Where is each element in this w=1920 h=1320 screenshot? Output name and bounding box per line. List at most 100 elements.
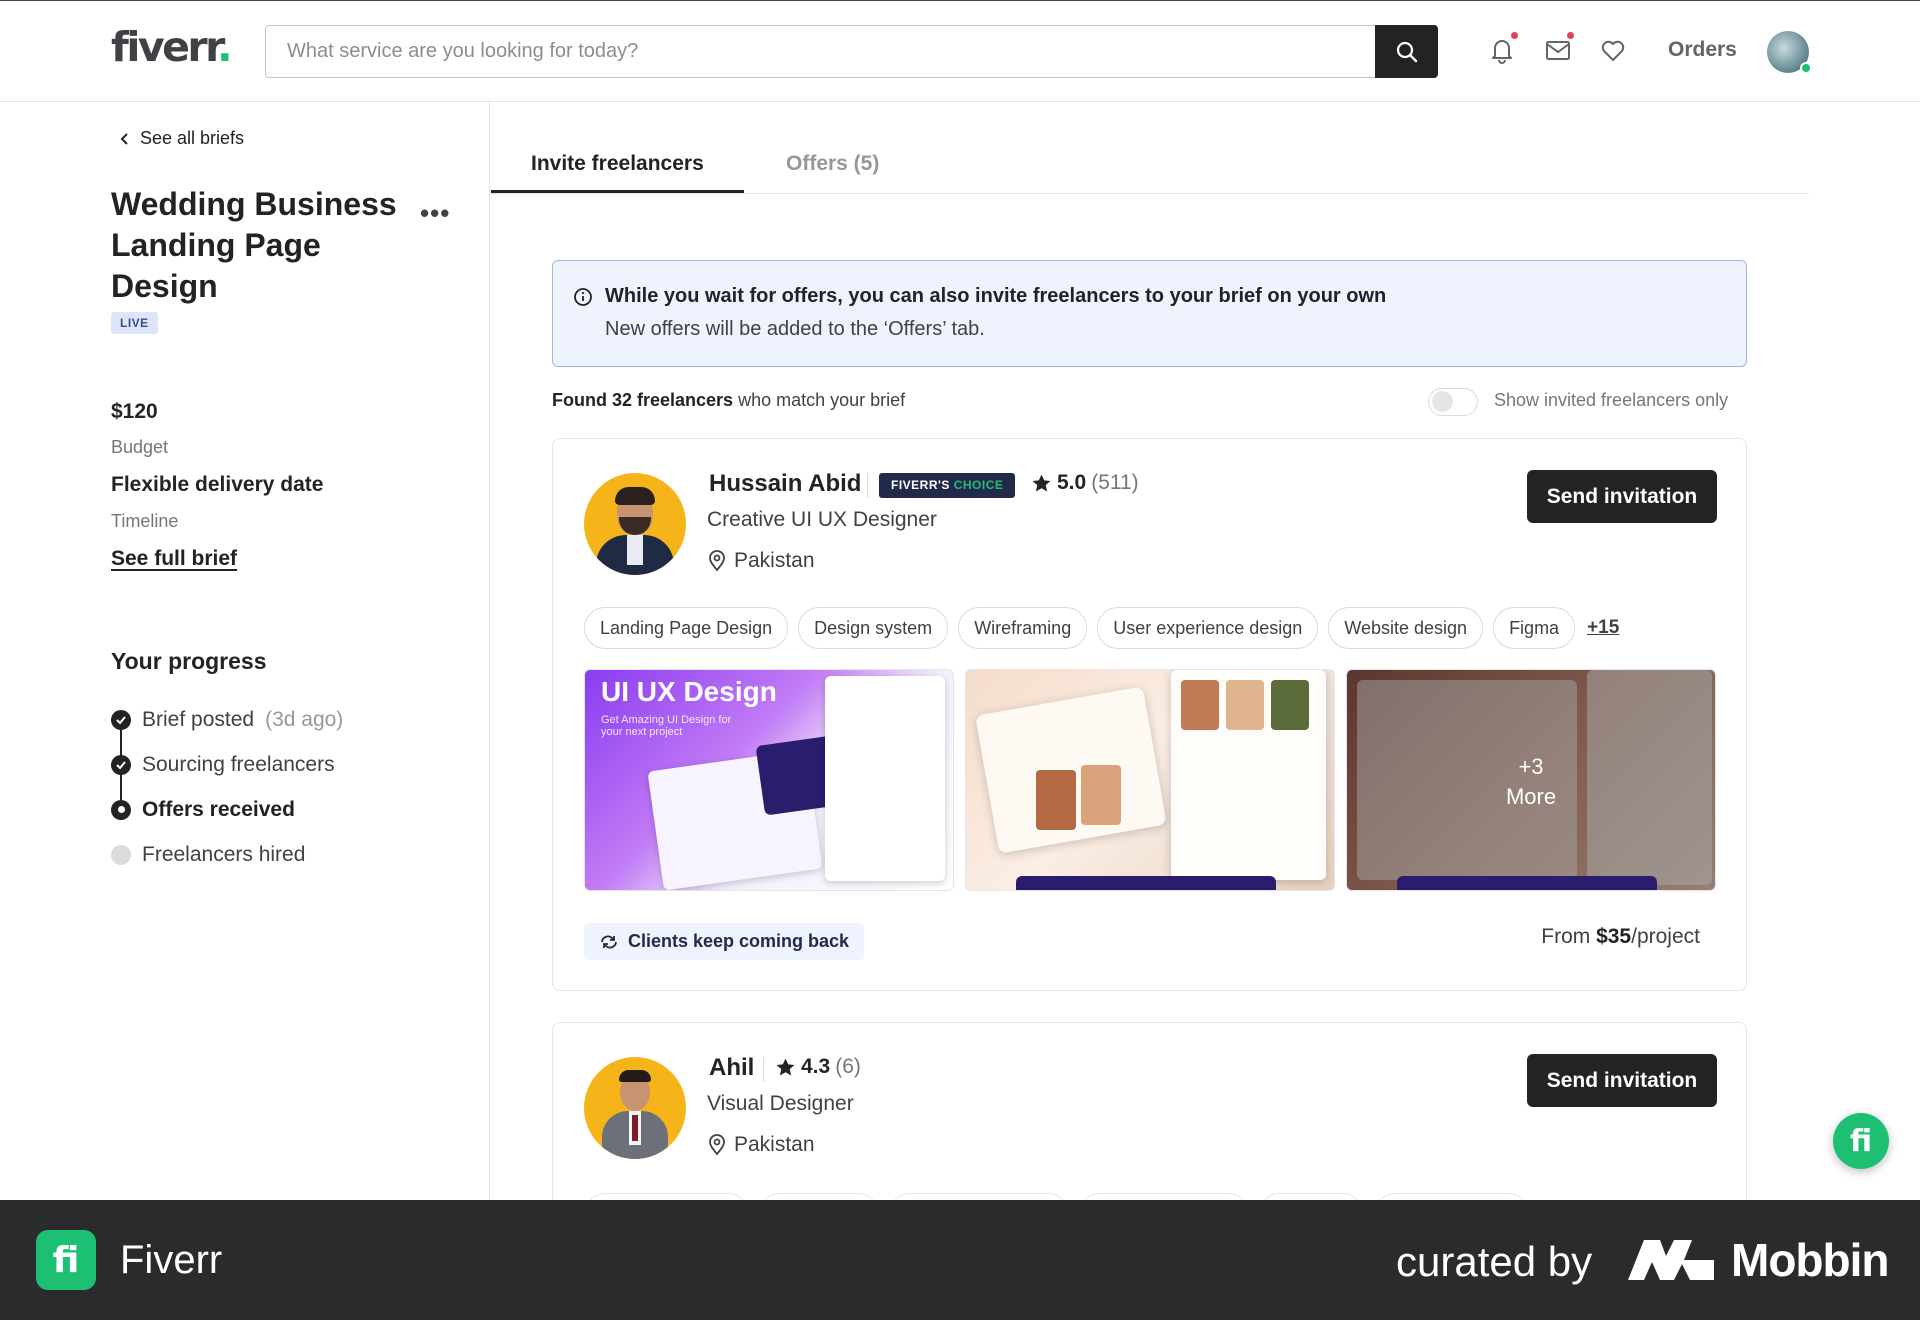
info-icon: [574, 288, 592, 306]
step-connector: [120, 772, 122, 802]
freelancer-avatar[interactable]: [584, 473, 686, 575]
user-avatar[interactable]: [1767, 31, 1812, 74]
location-pin-icon: [709, 1134, 725, 1156]
portfolio-thumbnail[interactable]: UI UX Design Get Amazing UI Design for y…: [584, 669, 954, 891]
tab-offers[interactable]: Offers (5): [786, 152, 879, 176]
highlight-text: Clients keep coming back: [628, 931, 850, 951]
badge-text-part1: FIVERR'S: [891, 478, 950, 492]
info-subtext: New offers will be added to the ‘Offers’…: [605, 318, 985, 340]
chevron-left-icon: [120, 132, 128, 145]
step-label: Offers received: [142, 797, 295, 821]
freelancer-card: Ahil 4.3 (6) Visual Designer Pakistan Sen…: [552, 1022, 1747, 1235]
current-step-icon: [111, 799, 131, 820]
review-count: (6): [835, 1055, 861, 1078]
skill-tag[interactable]: Wireframing: [958, 607, 1088, 649]
mobbin-brand: Mobbin: [1731, 1234, 1889, 1286]
skill-tags: Landing Page Design Design system Wirefr…: [584, 607, 1619, 649]
more-count: +3: [1518, 754, 1544, 779]
progress-step-current: Offers received: [111, 787, 343, 832]
invited-only-label: Show invited freelancers only: [1494, 390, 1729, 410]
see-full-brief-link[interactable]: See full brief: [111, 547, 237, 571]
rating: 5.0 (511): [1031, 471, 1139, 495]
freelancer-location: Pakistan: [708, 549, 815, 573]
tab-invite-freelancers[interactable]: Invite freelancers: [491, 152, 744, 193]
check-icon: [111, 754, 131, 775]
brief-title: Wedding Business Landing Page Design: [111, 186, 397, 304]
see-all-briefs-link[interactable]: See all briefs: [120, 128, 244, 149]
send-invitation-button[interactable]: Send invitation: [1527, 1054, 1717, 1107]
skill-tag[interactable]: Design system: [798, 607, 949, 649]
repeat-icon: [601, 935, 617, 948]
freelancer-role: Visual Designer: [707, 1092, 854, 1115]
portfolio-thumbnail[interactable]: [965, 669, 1335, 891]
portfolio-gallery: UI UX Design Get Amazing UI Design for y…: [584, 669, 1716, 891]
app-name: Fiverr: [120, 1238, 223, 1282]
orders-link[interactable]: Orders: [1668, 38, 1737, 62]
brief-sidebar: See all briefs Wedding Business Landing …: [0, 102, 490, 1200]
pending-step-icon: [111, 844, 131, 865]
notification-dot: [1511, 32, 1518, 39]
results-count-rest: who match your brief: [733, 390, 906, 410]
bell-icon: [1492, 40, 1512, 64]
info-headline: While you wait for offers, you can also …: [605, 285, 1387, 307]
location-text: Pakistan: [734, 1133, 815, 1156]
star-icon: [776, 1058, 795, 1075]
skill-tag[interactable]: Landing Page Design: [584, 607, 789, 649]
mail-icon: [1546, 41, 1570, 60]
fiverr-logo[interactable]: fiverr.: [111, 23, 233, 71]
mobbin-logo-icon: [1628, 1240, 1714, 1280]
budget-label: Budget: [111, 437, 169, 457]
portfolio-more-thumbnail[interactable]: +3 More: [1346, 669, 1716, 891]
step-label: Sourcing freelancers: [142, 752, 335, 776]
timeline-label: Timeline: [111, 511, 179, 531]
skill-tag[interactable]: Figma: [1493, 607, 1576, 649]
more-options-icon[interactable]: •••: [420, 198, 450, 229]
search-button[interactable]: [1375, 25, 1438, 78]
step-label: Brief posted: [142, 707, 255, 731]
progress-steps: Brief posted (3d ago) Sourcing freelancer…: [111, 697, 343, 877]
curated-by-text: curated by: [1396, 1238, 1593, 1285]
search-input[interactable]: [266, 26, 1375, 77]
rating: 4.3 (6): [775, 1055, 861, 1079]
step-note: (3d ago): [265, 707, 344, 731]
top-navbar: fiverr. Orders: [0, 1, 1920, 102]
progress-step: Sourcing freelancers: [111, 742, 343, 802]
timeline-value: Flexible delivery date: [111, 473, 324, 496]
brief-tabs: Invite freelancers Offers (5): [491, 148, 1809, 194]
invited-only-toggle[interactable]: [1428, 388, 1478, 416]
freelancer-name[interactable]: Hussain Abid: [709, 470, 861, 498]
logo-text: fiverr: [111, 23, 220, 71]
status-badge: LIVE: [111, 312, 158, 334]
step-label: Freelancers hired: [142, 842, 306, 866]
freelancer-name[interactable]: Ahil: [709, 1054, 754, 1082]
price-value: $35: [1596, 925, 1632, 948]
freelancer-location: Pakistan: [708, 1133, 815, 1157]
favorites-button[interactable]: [1598, 35, 1630, 67]
online-status-dot: [1800, 62, 1812, 74]
notifications-button[interactable]: [1487, 32, 1519, 67]
price-prefix: From: [1541, 925, 1597, 948]
starting-price: From $35/project: [1541, 925, 1700, 949]
divider: [867, 473, 868, 498]
info-banner: While you wait for offers, you can also …: [552, 260, 1747, 367]
back-label: See all briefs: [140, 128, 245, 148]
progress-step: Brief posted (3d ago): [111, 697, 344, 757]
badge-text-part2: CHOICE: [953, 478, 1004, 492]
freelancer-card: Hussain Abid FIVERR'S CHOICE 5.0 (511) Cr…: [552, 438, 1747, 991]
more-tags-link[interactable]: +15: [1587, 617, 1619, 639]
message-dot: [1567, 32, 1574, 39]
logo-dot: .: [217, 23, 233, 71]
fiverr-help-button[interactable]: fi: [1833, 1113, 1889, 1169]
messages-button[interactable]: [1543, 32, 1575, 67]
send-invitation-button[interactable]: Send invitation: [1527, 470, 1717, 523]
search-icon: [1396, 41, 1417, 62]
mobbin-footer: fi Fiverr curated by Mobbin: [0, 1200, 1920, 1320]
step-connector: [120, 727, 122, 757]
fiverr-app-icon: fi: [36, 1230, 96, 1290]
freelancer-avatar[interactable]: [584, 1057, 686, 1159]
freelancer-role: Creative UI UX Designer: [707, 508, 937, 531]
skill-tag[interactable]: Website design: [1328, 607, 1484, 649]
check-icon: [111, 709, 131, 730]
skill-tag[interactable]: User experience design: [1097, 607, 1319, 649]
thumbnail-subtitle: Get Amazing UI Design for your next proj…: [601, 714, 732, 738]
